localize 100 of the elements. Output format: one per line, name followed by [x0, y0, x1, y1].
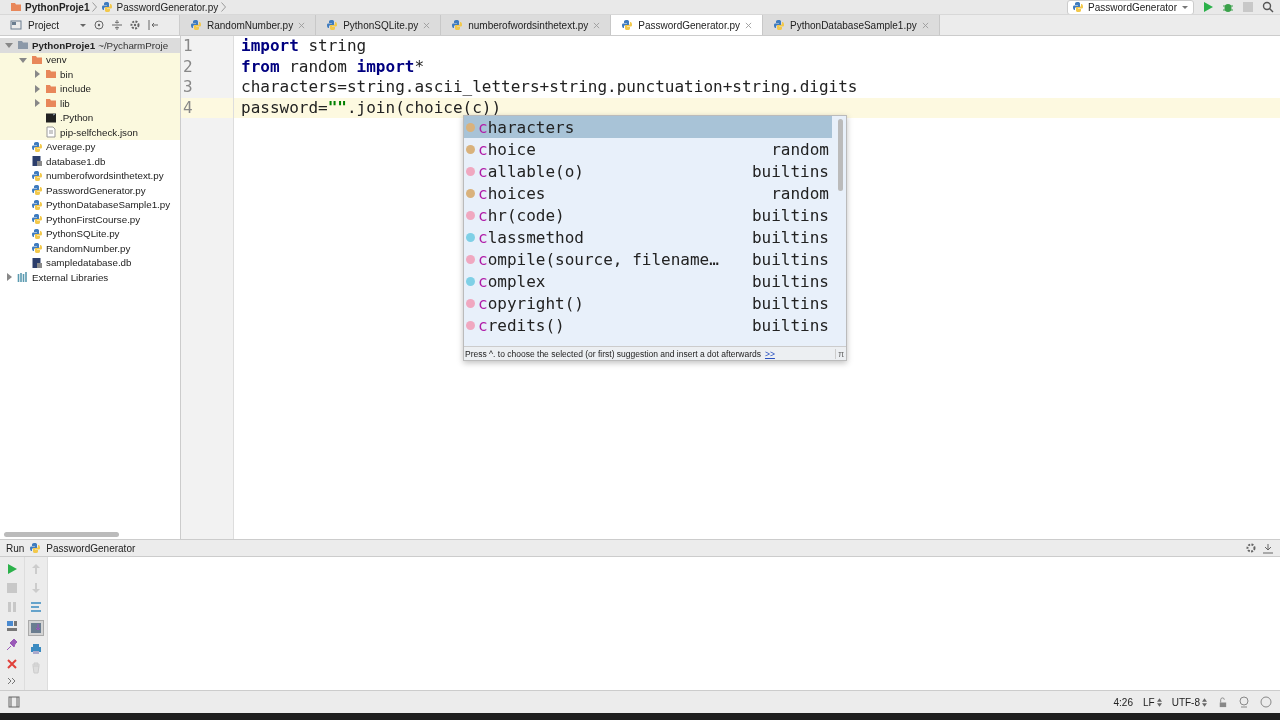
editor-tab[interactable]: PythonSQLite.py [316, 15, 442, 35]
line-separator-selector[interactable]: LF [1143, 696, 1162, 708]
soft-wrap-icon[interactable] [30, 601, 42, 613]
python-icon [1072, 1, 1085, 13]
python-file-icon [31, 198, 43, 211]
search-icon[interactable] [1262, 1, 1274, 13]
close-icon[interactable] [298, 21, 306, 29]
tree-item[interactable]: bin [60, 68, 74, 80]
tree-item[interactable]: PythonProje1 [32, 39, 96, 51]
layout-icon[interactable] [6, 620, 18, 632]
tree-item[interactable]: database1.db [46, 155, 106, 167]
collapsed-arrow-icon[interactable] [33, 99, 41, 108]
tree-item[interactable]: PasswordGenerator.py [46, 184, 146, 196]
symbol-kind-icon [466, 210, 475, 220]
scrollbar-thumb[interactable] [4, 532, 119, 537]
hint-link[interactable]: >> [764, 348, 775, 359]
scroll-to-end-button[interactable] [28, 620, 44, 636]
collapsed-arrow-icon[interactable] [5, 273, 13, 282]
more-icon[interactable] [7, 677, 17, 685]
inspector-icon[interactable] [1238, 696, 1250, 708]
caret-icon [1181, 3, 1189, 11]
completion-item[interactable]: callable(o) builtins [464, 160, 832, 182]
completion-item[interactable]: credits() builtins [464, 314, 832, 336]
editor-tab[interactable]: numberofwordsinthetext.py [441, 15, 612, 35]
hide-panel-icon[interactable] [1262, 542, 1274, 554]
project-view-dropdown[interactable]: Project [28, 19, 60, 31]
close-icon[interactable] [921, 21, 929, 29]
run-icon[interactable] [6, 563, 18, 575]
completion-item[interactable]: complex builtins [464, 270, 832, 292]
python-file-icon [773, 19, 785, 31]
completion-item[interactable]: characters [464, 116, 832, 138]
line-number: 3 [182, 77, 194, 98]
tree-item[interactable]: External Libraries [32, 271, 109, 283]
pi-button[interactable]: π [835, 348, 846, 359]
completion-item[interactable]: choices random [464, 182, 832, 204]
editor-tab[interactable]: RandomNumber.py [180, 15, 317, 35]
close-icon[interactable] [593, 21, 601, 29]
up-arrow-icon [30, 563, 42, 575]
event-log-icon[interactable] [1260, 696, 1272, 708]
project-path: ~/PycharmProje [98, 39, 169, 51]
libraries-icon [17, 271, 29, 284]
caret-icon[interactable] [79, 21, 88, 29]
tree-item[interactable]: RandomNumber.py [46, 242, 131, 254]
settings-icon[interactable] [1245, 542, 1257, 554]
tree-item[interactable]: sampledatabase.db [46, 257, 132, 269]
breadcrumb-item[interactable]: PasswordGenerator.py [116, 1, 219, 13]
python-file-icon [31, 242, 43, 255]
editor-tab[interactable]: PythonDatabaseSample1.py [763, 15, 940, 35]
expanded-arrow-icon[interactable] [5, 41, 13, 50]
stop-icon [6, 582, 18, 594]
settings-icon[interactable] [129, 19, 142, 31]
pin-icon[interactable] [6, 639, 18, 651]
up-down-arrows-icon [1202, 697, 1207, 707]
cursor-position[interactable]: 4:26 [1113, 696, 1133, 708]
expanded-arrow-icon[interactable] [19, 55, 27, 64]
tool-windows-icon[interactable] [8, 696, 20, 708]
tree-item[interactable]: PythonFirstCourse.py [46, 213, 141, 225]
folder-icon [31, 53, 43, 66]
lock-icon[interactable] [1217, 696, 1228, 708]
close-icon[interactable] [6, 658, 18, 670]
completion-item[interactable]: classmethod builtins [464, 226, 832, 248]
debug-icon[interactable] [1222, 1, 1234, 13]
print-icon[interactable] [30, 643, 42, 655]
run-config-tab[interactable]: PasswordGenerator [46, 542, 136, 554]
collapsed-arrow-icon[interactable] [33, 70, 41, 79]
editor-tab[interactable]: PasswordGenerator.py [611, 15, 763, 35]
python-file-icon [451, 19, 464, 31]
run-icon[interactable] [1202, 1, 1214, 13]
encoding-selector[interactable]: UTF-8 [1171, 696, 1207, 708]
close-icon[interactable] [423, 21, 431, 29]
hide-panel-icon[interactable] [147, 19, 160, 31]
collapsed-arrow-icon[interactable] [33, 84, 41, 93]
completion-item[interactable]: choice random [464, 138, 832, 160]
line-number: 2 [182, 56, 194, 77]
run-configuration-dropdown[interactable]: PasswordGenerator [1067, 0, 1194, 15]
symbol-kind-icon [466, 298, 475, 308]
tree-item[interactable]: include [60, 83, 92, 95]
tree-item[interactable]: .Python [60, 112, 94, 124]
terminal-file-icon [45, 111, 57, 124]
collapse-icon[interactable] [111, 19, 124, 31]
json-file-icon [45, 126, 57, 139]
tree-item[interactable]: lib [60, 97, 70, 109]
completion-item[interactable]: copyright() builtins [464, 292, 832, 314]
python-icon [29, 542, 42, 554]
tree-item[interactable]: venv [46, 54, 67, 66]
code-line: characters=string.ascii_letters+string.punctuation+string.digits [241, 77, 858, 96]
completion-item[interactable]: chr(code) builtins [464, 204, 832, 226]
tree-item[interactable]: PythonDatabaseSample1.py [46, 199, 171, 211]
tree-item[interactable]: numberofwordsinthetext.py [46, 170, 164, 182]
chevron-icon [92, 2, 98, 12]
close-icon[interactable] [745, 21, 752, 29]
breadcrumb-item[interactable]: PythonProje1 [25, 1, 90, 13]
locate-icon[interactable] [93, 19, 106, 31]
completion-item[interactable]: compile(source, filename… builtins [464, 248, 832, 270]
pause-icon [6, 601, 18, 613]
database-file-icon [31, 155, 43, 168]
scrollbar-thumb[interactable] [838, 119, 843, 191]
tree-item[interactable]: PythonSQLite.py [46, 228, 120, 240]
tree-item[interactable]: Average.py [46, 141, 96, 153]
line-number: 4 [181, 97, 233, 118]
